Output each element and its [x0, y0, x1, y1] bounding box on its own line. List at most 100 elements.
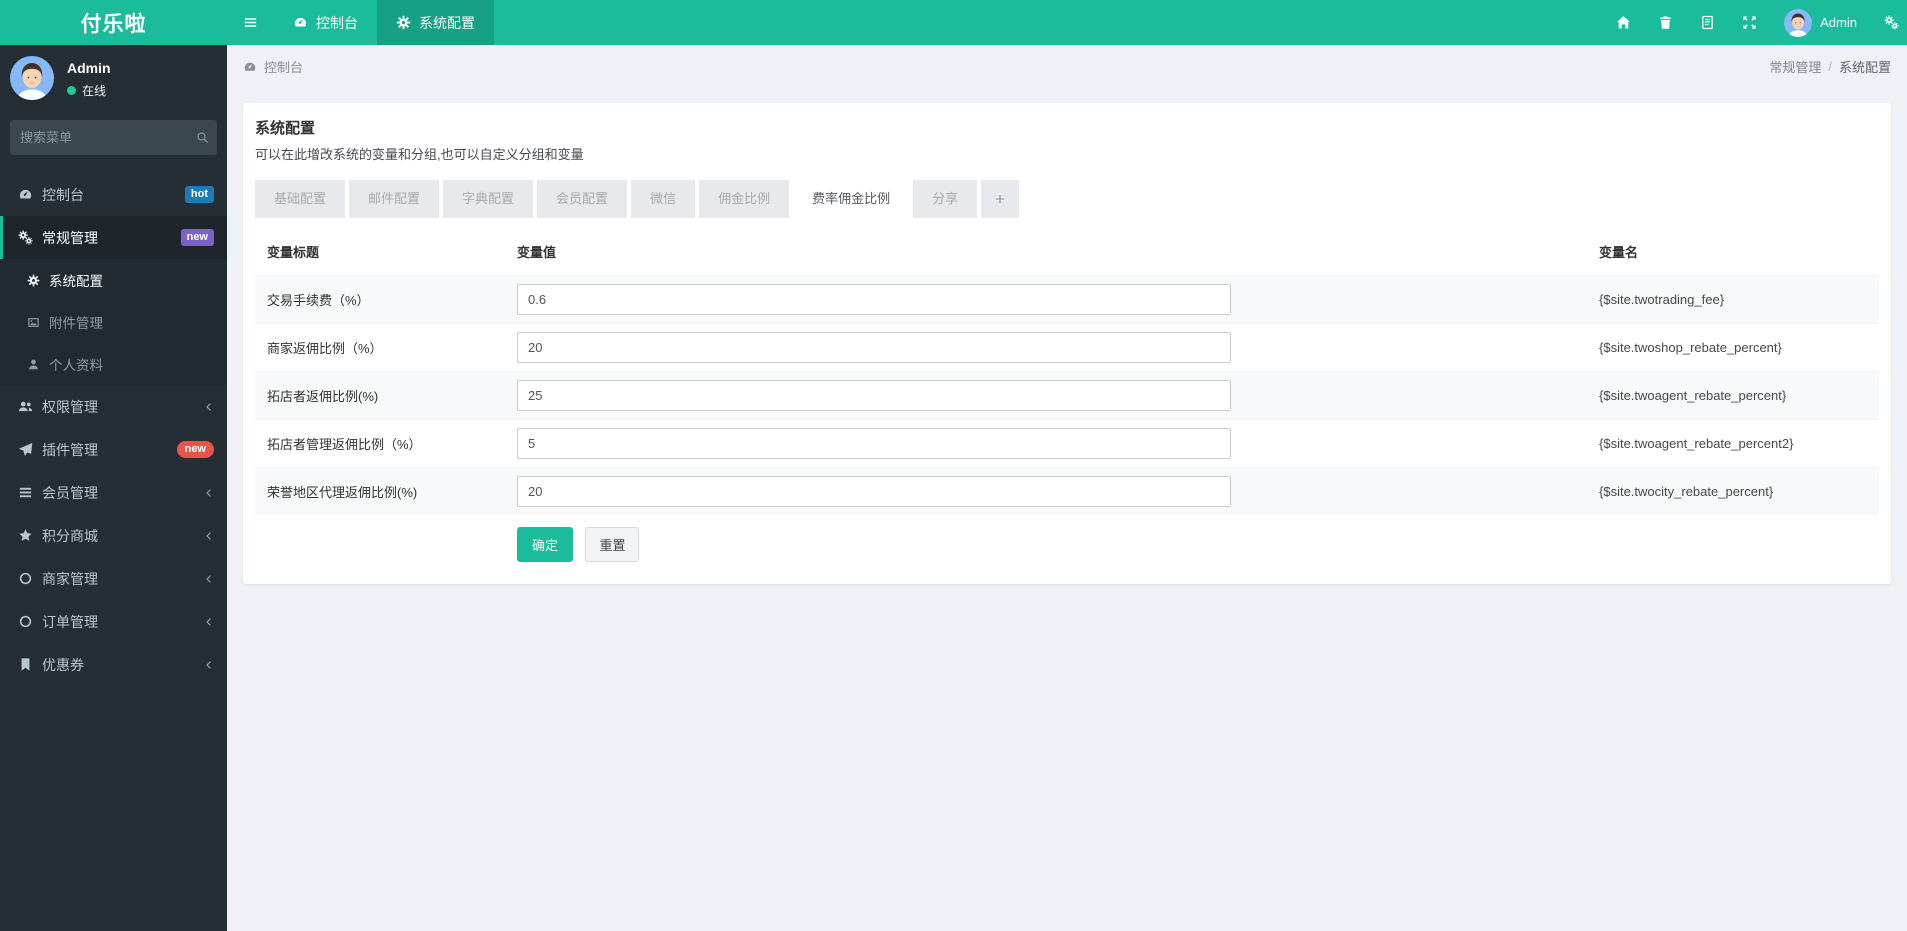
page-title: 系统配置: [255, 120, 316, 137]
nav-item-label: 系统配置: [419, 14, 475, 31]
tab-basic-config[interactable]: 基础配置: [255, 180, 346, 218]
table-row: 商家返佣比例（%） {$site.twoshop_rebate_percent}: [255, 323, 1879, 372]
plane-icon: [18, 442, 33, 457]
chevron-left-icon: [204, 574, 214, 584]
var-value-input[interactable]: [517, 284, 1231, 315]
image-icon: [27, 316, 40, 329]
nav-item-system-config[interactable]: 系统配置: [377, 0, 494, 45]
hot-badge: hot: [184, 185, 214, 204]
sidebar-item-orders[interactable]: 订单管理: [0, 600, 227, 643]
trash-icon[interactable]: [1658, 15, 1673, 30]
nav-item-label: 控制台: [316, 14, 358, 31]
top-navbar: 付乐啦 控制台 系统配置 Admin: [0, 0, 1907, 45]
gears-icon[interactable]: [1884, 15, 1899, 30]
log-icon[interactable]: [1700, 15, 1715, 30]
sidebar: Admin 在线 控制台 hot 常规管理 new 系统配: [0, 45, 227, 931]
tab-share[interactable]: 分享: [913, 180, 978, 218]
avatar: [10, 56, 54, 100]
tab-dictionary-config[interactable]: 字典配置: [443, 180, 534, 218]
app-logo-text: 付乐啦: [80, 12, 147, 36]
circle-icon: [18, 571, 33, 586]
table-row: 交易手续费（%） {$site.twotrading_fee}: [255, 275, 1879, 324]
sidebar-item-label: 会员管理: [42, 484, 98, 501]
sidebar-item-members[interactable]: 会员管理: [0, 471, 227, 514]
home-icon[interactable]: [1616, 15, 1631, 30]
var-name: {$site.twotrading_fee}: [1599, 292, 1725, 307]
sidebar-item-label: 常规管理: [42, 229, 98, 246]
sidebar-toggle-button[interactable]: [227, 0, 274, 45]
column-header-var-value: 变量值: [517, 245, 557, 260]
var-name: {$site.twoagent_rebate_percent2}: [1599, 436, 1794, 451]
var-value-input[interactable]: [517, 428, 1231, 459]
confirm-button[interactable]: 确定: [517, 527, 574, 562]
dashboard-icon: [18, 187, 33, 202]
breadcrumb-dashboard[interactable]: 控制台: [243, 57, 303, 76]
list-icon: [18, 485, 33, 500]
sidebar-item-dashboard[interactable]: 控制台 hot: [0, 173, 227, 216]
nav-item-dashboard[interactable]: 控制台: [274, 0, 377, 45]
chevron-left-icon: [204, 617, 214, 627]
var-title: 拓店者管理返佣比例（%）: [267, 437, 422, 452]
chevron-left-icon: [204, 402, 214, 412]
sidebar-item-label: 系统配置: [49, 274, 103, 289]
sidebar-item-merchants[interactable]: 商家管理: [0, 557, 227, 600]
tab-member-config[interactable]: 会员配置: [537, 180, 628, 218]
sidebar-item-system-config[interactable]: 系统配置: [0, 259, 227, 301]
system-config-panel: 系统配置 可以在此增改系统的变量和分组,也可以自定义分组和变量 基础配置 邮件配…: [243, 103, 1891, 584]
sidebar-item-label: 优惠券: [42, 656, 84, 673]
search-input[interactable]: [20, 130, 196, 145]
table-row: 荣誉地区代理返佣比例(%) {$site.twocity_rebate_perc…: [255, 467, 1879, 515]
form-actions: 确定 重置: [517, 527, 1879, 562]
chevron-left-icon: [204, 488, 214, 498]
dashboard-icon: [293, 15, 308, 30]
sidebar-item-coupons[interactable]: 优惠券: [0, 643, 227, 686]
tab-rate-commission-ratio[interactable]: 费率佣金比例: [793, 180, 910, 218]
var-value-input[interactable]: [517, 380, 1231, 411]
hamburger-icon: [243, 15, 258, 30]
search-icon[interactable]: [196, 131, 209, 144]
var-value-input[interactable]: [517, 332, 1231, 363]
breadcrumb: 常规管理 / 系统配置: [1769, 57, 1891, 76]
var-value-input[interactable]: [517, 476, 1231, 507]
sidebar-item-general-manage[interactable]: 常规管理 new: [0, 216, 227, 259]
chevron-left-icon: [204, 531, 214, 541]
expand-icon[interactable]: [1742, 15, 1757, 30]
breadcrumb-separator: /: [1828, 59, 1832, 74]
add-tab-button[interactable]: [981, 180, 1020, 218]
sidebar-item-label: 插件管理: [42, 441, 98, 458]
sidebar-user-panel: Admin 在线: [0, 45, 227, 112]
var-title: 商家返佣比例（%）: [267, 341, 383, 356]
bookmark-icon: [18, 657, 33, 672]
new-badge: new: [176, 440, 214, 459]
sidebar-item-points-mall[interactable]: 积分商城: [0, 514, 227, 557]
table-header-row: 变量标题 变量值 变量名: [255, 228, 1879, 276]
sidebar-item-profile[interactable]: 个人资料: [0, 343, 227, 385]
sidebar-item-plugins[interactable]: 插件管理 new: [0, 428, 227, 471]
tab-wechat[interactable]: 微信: [631, 180, 696, 218]
content-header: 控制台 常规管理 / 系统配置: [227, 45, 1907, 88]
tab-commission-ratio[interactable]: 佣金比例: [699, 180, 790, 218]
var-name: {$site.twoagent_rebate_percent}: [1599, 388, 1787, 403]
sidebar-item-label: 积分商城: [42, 527, 98, 544]
sidebar-item-attachments[interactable]: 附件管理: [0, 301, 227, 343]
breadcrumb-label: 控制台: [264, 60, 304, 75]
reset-button[interactable]: 重置: [585, 527, 640, 562]
sidebar-menu: 控制台 hot 常规管理 new 系统配置 附件管理 个人资料 权限管理 插件管…: [0, 173, 227, 686]
user-name: Admin: [1820, 15, 1857, 30]
chevron-left-icon: [204, 660, 214, 670]
user-menu[interactable]: Admin: [1784, 9, 1857, 37]
sidebar-submenu: 系统配置 附件管理 个人资料: [0, 259, 227, 385]
config-table: 变量标题 变量值 变量名 交易手续费（%） {$site.twotrading_…: [255, 228, 1879, 515]
sidebar-item-label: 订单管理: [42, 613, 98, 630]
users-icon: [18, 399, 33, 414]
sidebar-item-permissions[interactable]: 权限管理: [0, 385, 227, 428]
user-icon: [27, 358, 40, 371]
var-title: 荣誉地区代理返佣比例(%): [267, 485, 418, 500]
navbar-right: Admin: [1616, 0, 1907, 45]
tab-mail-config[interactable]: 邮件配置: [349, 180, 440, 218]
sidebar-item-label: 个人资料: [49, 358, 103, 373]
app-logo[interactable]: 付乐啦: [0, 0, 227, 45]
user-status[interactable]: 在线: [67, 82, 111, 99]
breadcrumb-parent[interactable]: 常规管理: [1769, 57, 1821, 76]
plus-icon: [994, 193, 1006, 205]
